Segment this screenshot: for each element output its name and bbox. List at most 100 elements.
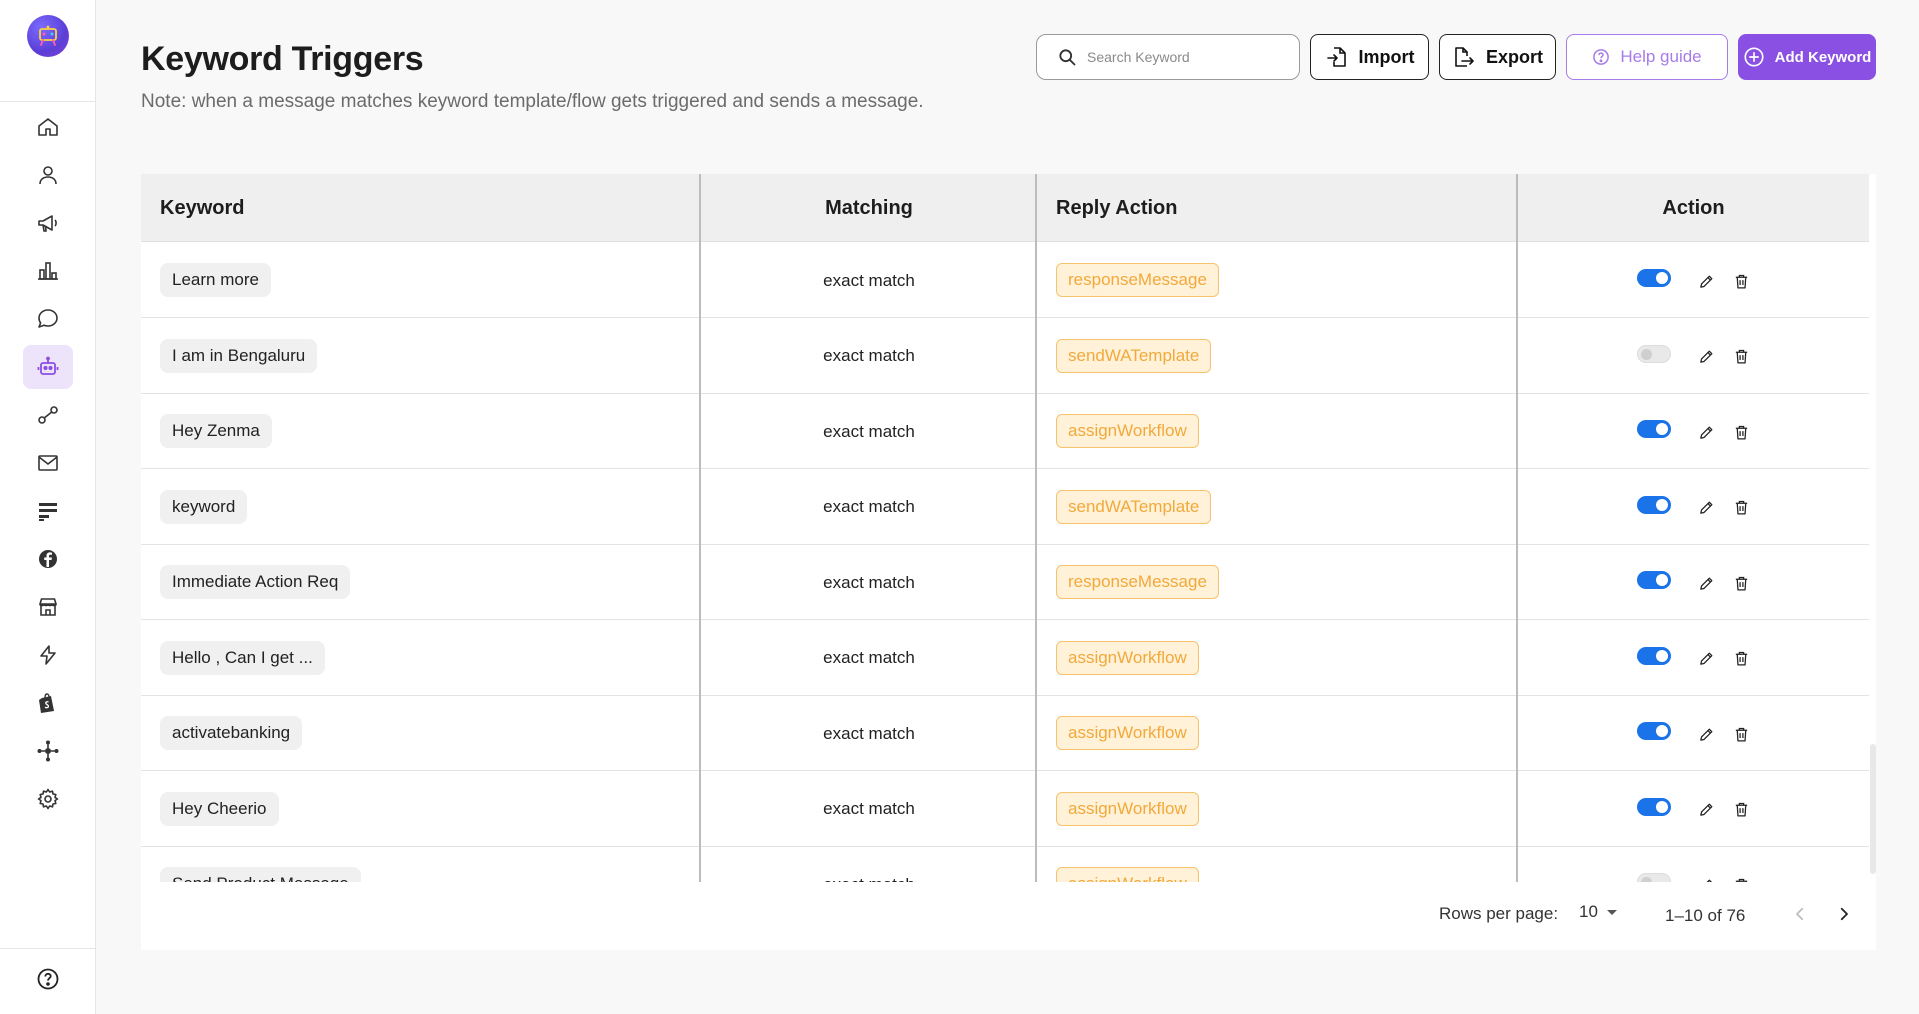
rows-per-page-label: Rows per page: <box>1439 904 1559 923</box>
help-button[interactable] <box>23 957 73 1001</box>
enable-toggle[interactable] <box>1637 344 1671 363</box>
keyword-chip: Send Product Message <box>160 867 361 882</box>
sidebar-item-automation[interactable] <box>23 633 73 677</box>
column-divider <box>699 174 701 882</box>
delete-button[interactable] <box>1730 799 1752 821</box>
table-row: Immediate Action Req exact match responseM… <box>141 545 1869 620</box>
import-label: Import <box>1358 46 1415 67</box>
pagination-range: 1–10 of 76 <box>1665 906 1746 925</box>
enable-toggle[interactable] <box>1637 722 1671 740</box>
facebook-icon <box>39 550 57 568</box>
rows-per-page-select[interactable]: 10 <box>1579 902 1618 922</box>
table-row: Send Product Message exact match assignWor… <box>141 847 1869 882</box>
trash-icon <box>1735 349 1747 364</box>
search-input[interactable] <box>1087 49 1287 65</box>
edit-button[interactable] <box>1695 346 1717 368</box>
trash-icon <box>1735 500 1747 515</box>
shopify-icon <box>39 693 54 713</box>
matching-cell: exact match <box>823 346 915 365</box>
enable-toggle[interactable] <box>1637 571 1671 589</box>
sidebar-item-inbox[interactable] <box>23 297 73 341</box>
sidebar-item-home[interactable] <box>23 105 73 149</box>
help-guide-button[interactable]: Help guide <box>1566 34 1728 80</box>
enable-toggle[interactable] <box>1637 646 1671 665</box>
delete-button[interactable] <box>1730 648 1752 670</box>
table-scroll-area[interactable]: Keyword Matching Reply Action Action Lea… <box>141 174 1869 882</box>
bar-chart-icon <box>38 262 58 280</box>
keyword-chip: keyword <box>160 489 248 524</box>
sidebar-item-chatbot[interactable] <box>23 345 73 389</box>
keyword-chip: Immediate Action Req <box>160 565 351 599</box>
edit-button[interactable] <box>1695 874 1717 882</box>
enable-toggle[interactable] <box>1637 873 1671 882</box>
flow-icon <box>38 406 58 424</box>
help-circle-icon <box>37 968 59 990</box>
add-keyword-label: Add Keyword <box>1774 48 1872 66</box>
delete-button[interactable] <box>1730 572 1752 594</box>
sidebar-item-settings[interactable] <box>23 777 73 821</box>
user-icon <box>39 166 57 185</box>
edit-button[interactable] <box>1695 572 1717 594</box>
sidebar-item-analytics[interactable] <box>23 249 73 293</box>
sidebar-item-campaigns[interactable] <box>23 201 73 245</box>
table-row: keyword exact match sendWATemplate <box>141 470 1869 545</box>
next-page-button[interactable] <box>1829 899 1859 929</box>
enable-toggle[interactable] <box>1637 797 1671 816</box>
matching-cell: exact match <box>823 799 915 818</box>
trash-icon <box>1735 576 1747 591</box>
delete-button[interactable] <box>1730 346 1752 368</box>
pencil-icon <box>1699 652 1712 665</box>
edit-button[interactable] <box>1695 723 1717 745</box>
sidebar-item-integrations[interactable] <box>23 729 73 773</box>
vertical-scrollbar[interactable] <box>1870 744 1876 874</box>
search-box[interactable] <box>1036 34 1300 80</box>
edit-button[interactable] <box>1695 421 1717 443</box>
previous-page-button[interactable] <box>1785 899 1815 929</box>
pencil-icon <box>1699 350 1712 363</box>
reply-action-chip: assignWorkflow <box>1056 791 1199 826</box>
keyword-chip: I am in Bengaluru <box>160 338 318 373</box>
delete-button[interactable] <box>1730 723 1752 745</box>
trash-icon <box>1735 274 1747 289</box>
delete-button[interactable] <box>1730 497 1752 519</box>
enable-toggle[interactable] <box>1637 495 1671 514</box>
home-icon <box>38 118 58 136</box>
keyword-chip: activatebanking <box>160 716 303 750</box>
enable-toggle[interactable] <box>1637 420 1671 438</box>
trash-icon <box>1735 802 1747 817</box>
keyword-chip: Hey Zenma <box>160 414 272 448</box>
edit-button[interactable] <box>1695 270 1717 292</box>
edit-button[interactable] <box>1695 799 1717 821</box>
sidebar-item-shopify[interactable] <box>23 681 73 725</box>
enable-toggle[interactable] <box>1637 269 1671 287</box>
reply-action-chip: assignWorkflow <box>1056 867 1199 882</box>
export-button[interactable]: Export <box>1439 34 1556 80</box>
trash-icon <box>1735 425 1747 440</box>
page-note: Note: when a message matches keyword tem… <box>141 91 924 112</box>
chat-icon <box>38 309 58 328</box>
sidebar-item-facebook[interactable] <box>23 537 73 581</box>
reply-action-chip: sendWATemplate <box>1056 338 1212 373</box>
keyword-chip: Hey Cheerio <box>160 791 279 826</box>
delete-button[interactable] <box>1730 421 1752 443</box>
delete-button[interactable] <box>1730 874 1752 882</box>
edit-button[interactable] <box>1695 648 1717 670</box>
pencil-icon <box>1699 426 1712 439</box>
edit-button[interactable] <box>1695 497 1717 519</box>
sidebar-item-forms[interactable] <box>23 489 73 533</box>
caret-down-icon <box>1606 910 1617 915</box>
import-button[interactable]: Import <box>1310 34 1429 80</box>
app-logo[interactable] <box>27 15 69 57</box>
reply-action-chip: sendWATemplate <box>1056 489 1212 524</box>
sidebar-item-flows[interactable] <box>23 393 73 437</box>
trash-icon <box>1735 651 1747 666</box>
pencil-icon <box>1699 728 1712 741</box>
table-row: I am in Bengaluru exact match sendWATempla… <box>141 319 1869 394</box>
sidebar-item-email[interactable] <box>23 441 73 485</box>
sidebar-item-store[interactable] <box>23 585 73 629</box>
sidebar-item-contacts[interactable] <box>23 153 73 197</box>
lightning-icon <box>40 645 56 665</box>
delete-button[interactable] <box>1730 270 1752 292</box>
add-keyword-button[interactable]: Add Keyword <box>1738 34 1876 80</box>
keyword-chip: Hello , Can I get ... <box>160 640 325 675</box>
